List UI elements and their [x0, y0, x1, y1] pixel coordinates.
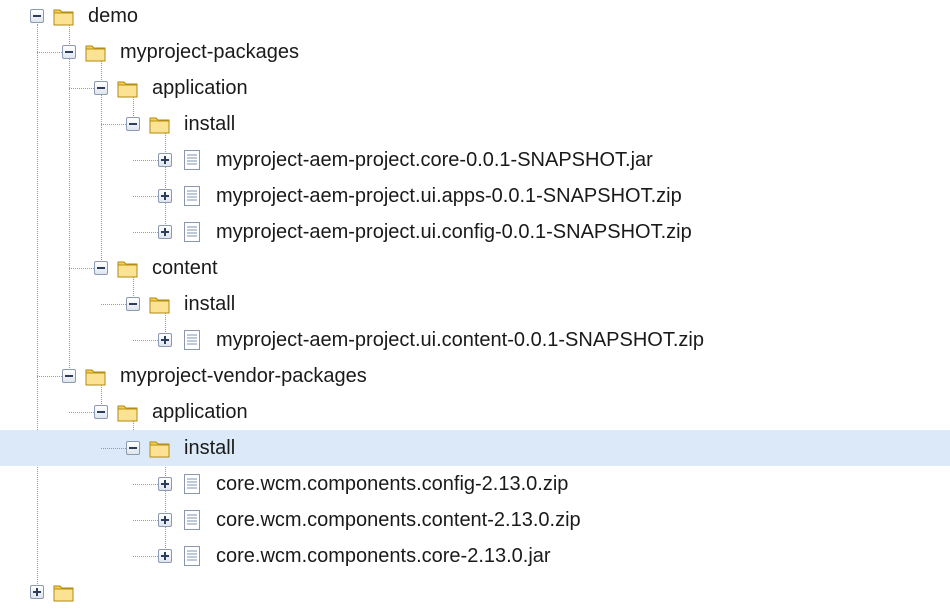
tree-node-label[interactable]: myproject-aem-project.ui.config-0.0.1-SN… [216, 220, 692, 244]
tree-node-label[interactable]: content [152, 256, 218, 280]
file-icon[interactable] [180, 328, 204, 352]
file-icon[interactable] [180, 148, 204, 172]
file-icon[interactable] [180, 184, 204, 208]
tree-connector-line [37, 376, 62, 377]
tree-node-label[interactable]: application [152, 400, 248, 424]
tree-connector-line [69, 412, 94, 413]
tree-folder-row[interactable]: application [0, 394, 950, 430]
tree-folder-row[interactable]: demo [0, 0, 950, 34]
tree-connector-line [37, 52, 62, 53]
tree-connector-line [133, 484, 158, 485]
folder-icon[interactable] [116, 76, 140, 100]
folder-icon[interactable] [52, 4, 76, 28]
tree-node-label[interactable]: install [184, 112, 235, 136]
tree-connector-line [133, 160, 158, 161]
tree-file-row[interactable]: myproject-aem-project.core-0.0.1-SNAPSHO… [0, 142, 950, 178]
collapse-toggle-icon[interactable] [94, 405, 108, 419]
tree-node-label[interactable]: myproject-aem-project.core-0.0.1-SNAPSHO… [216, 148, 653, 172]
collapse-toggle-icon[interactable] [126, 117, 140, 131]
folder-icon[interactable] [148, 292, 172, 316]
tree-file-row[interactable]: myproject-aem-project.ui.content-0.0.1-S… [0, 322, 950, 358]
collapse-toggle-icon[interactable] [62, 369, 76, 383]
tree-folder-row[interactable]: install [0, 430, 950, 466]
expand-toggle-icon[interactable] [158, 225, 172, 239]
tree-node-label[interactable]: install [184, 292, 235, 316]
tree-connector-line [101, 124, 126, 125]
file-icon[interactable] [180, 508, 204, 532]
folder-icon[interactable] [84, 364, 108, 388]
tree-connector-line [133, 520, 158, 521]
tree-folder-row[interactable]: myproject-packages [0, 34, 950, 70]
collapse-toggle-icon[interactable] [94, 81, 108, 95]
tree-file-row[interactable]: myproject-aem-project.ui.apps-0.0.1-SNAP… [0, 178, 950, 214]
tree-connector-line [133, 196, 158, 197]
tree-file-row[interactable]: myproject-aem-project.ui.config-0.0.1-SN… [0, 214, 950, 250]
collapse-toggle-icon[interactable] [126, 441, 140, 455]
file-icon[interactable] [180, 220, 204, 244]
tree-connector-line [69, 88, 94, 89]
tree-folder-row[interactable]: myproject-vendor-packages [0, 358, 950, 394]
repository-tree: demo myproject-packages application install… [0, 0, 950, 602]
tree-node-label[interactable]: myproject-aem-project.ui.content-0.0.1-S… [216, 328, 704, 352]
tree-node-label[interactable]: core.wcm.components.config-2.13.0.zip [216, 472, 568, 496]
tree-connector-line [101, 304, 126, 305]
collapse-toggle-icon[interactable] [62, 45, 76, 59]
tree-file-row[interactable]: core.wcm.components.core-2.13.0.jar [0, 538, 950, 574]
tree-node-label[interactable]: core.wcm.components.content-2.13.0.zip [216, 508, 581, 532]
tree-node-label[interactable]: myproject-packages [120, 40, 299, 64]
tree-connector-line [133, 232, 158, 233]
expand-toggle-icon[interactable] [158, 153, 172, 167]
tree-node-label[interactable]: myproject-aem-project.ui.apps-0.0.1-SNAP… [216, 184, 682, 208]
tree-node-label[interactable]: application [152, 76, 248, 100]
tree-folder-row[interactable]: install [0, 286, 950, 322]
file-icon[interactable] [180, 544, 204, 568]
tree-node-label[interactable]: myproject-vendor-packages [120, 364, 367, 388]
tree-file-row[interactable]: core.wcm.components.config-2.13.0.zip [0, 466, 950, 502]
tree-file-row[interactable]: core.wcm.components.content-2.13.0.zip [0, 502, 950, 538]
collapse-toggle-icon[interactable] [30, 9, 44, 23]
folder-icon[interactable] [148, 436, 172, 460]
expand-toggle-icon[interactable] [158, 549, 172, 563]
collapse-toggle-icon[interactable] [94, 261, 108, 275]
expand-toggle-icon[interactable] [158, 333, 172, 347]
expand-toggle-icon[interactable] [30, 585, 44, 599]
expand-toggle-icon[interactable] [158, 189, 172, 203]
tree-connector-line [101, 448, 126, 449]
tree-folder-row[interactable]: content [0, 250, 950, 286]
tree-connector-line [69, 268, 94, 269]
tree-node-label[interactable]: demo [88, 4, 138, 28]
tree-connector-line [133, 340, 158, 341]
file-icon[interactable] [180, 472, 204, 496]
tree-folder-row[interactable] [0, 574, 950, 610]
tree-node-label[interactable]: install [184, 436, 235, 460]
expand-toggle-icon[interactable] [158, 477, 172, 491]
tree-folder-row[interactable]: application [0, 70, 950, 106]
tree-folder-row[interactable]: install [0, 106, 950, 142]
folder-icon[interactable] [116, 256, 140, 280]
tree-connector-line [133, 556, 158, 557]
folder-icon[interactable] [148, 112, 172, 136]
folder-icon[interactable] [84, 40, 108, 64]
expand-toggle-icon[interactable] [158, 513, 172, 527]
folder-icon[interactable] [116, 400, 140, 424]
tree-node-label[interactable]: core.wcm.components.core-2.13.0.jar [216, 544, 551, 568]
collapse-toggle-icon[interactable] [126, 297, 140, 311]
